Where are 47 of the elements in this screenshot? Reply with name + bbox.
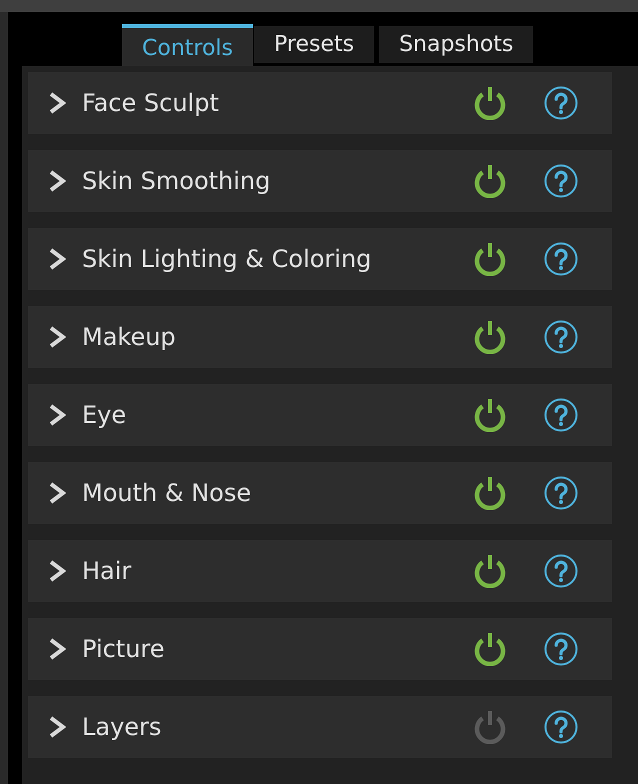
power-icon[interactable] xyxy=(474,398,506,432)
chevron-icon[interactable] xyxy=(48,92,66,114)
power-icon[interactable] xyxy=(474,242,506,276)
effect-row[interactable]: Skin Lighting & Coloring xyxy=(28,228,612,290)
power-icon[interactable] xyxy=(474,632,506,666)
tab[interactable]: Controls xyxy=(122,24,253,66)
chevron-icon[interactable] xyxy=(48,326,66,348)
effect-row[interactable]: Hair xyxy=(28,540,612,602)
effect-label: Picture xyxy=(82,635,165,663)
chevron-icon[interactable] xyxy=(48,638,66,660)
effect-row[interactable]: Mouth & Nose xyxy=(28,462,612,524)
help-icon[interactable] xyxy=(544,86,578,120)
power-icon[interactable] xyxy=(474,164,506,198)
effect-label: Hair xyxy=(82,557,132,585)
help-icon[interactable] xyxy=(544,242,578,276)
power-icon[interactable] xyxy=(474,320,506,354)
chevron-icon[interactable] xyxy=(48,248,66,270)
power-icon[interactable] xyxy=(474,554,506,588)
effect-row[interactable]: Face Sculpt xyxy=(28,72,612,134)
effect-row[interactable]: Skin Smoothing xyxy=(28,150,612,212)
effect-label: Skin Smoothing xyxy=(82,167,270,195)
help-icon[interactable] xyxy=(544,554,578,588)
chevron-icon[interactable] xyxy=(48,716,66,738)
effect-row[interactable]: Layers xyxy=(28,696,612,758)
chevron-icon[interactable] xyxy=(48,404,66,426)
tab[interactable]: Snapshots xyxy=(379,26,534,63)
chevron-icon[interactable] xyxy=(48,170,66,192)
effect-row[interactable]: Makeup xyxy=(28,306,612,368)
power-icon[interactable] xyxy=(474,86,506,120)
effect-label: Face Sculpt xyxy=(82,89,219,117)
effect-label: Eye xyxy=(82,401,126,429)
help-icon[interactable] xyxy=(544,320,578,354)
effect-label: Layers xyxy=(82,713,162,741)
help-icon[interactable] xyxy=(544,476,578,510)
help-icon[interactable] xyxy=(544,164,578,198)
power-icon[interactable] xyxy=(474,476,506,510)
effect-label: Makeup xyxy=(82,323,176,351)
chevron-icon[interactable] xyxy=(48,560,66,582)
effect-row[interactable]: Eye xyxy=(28,384,612,446)
help-icon[interactable] xyxy=(544,398,578,432)
effect-row[interactable]: Picture xyxy=(28,618,612,680)
chevron-icon[interactable] xyxy=(48,482,66,504)
effect-label: Mouth & Nose xyxy=(82,479,252,507)
help-icon[interactable] xyxy=(544,710,578,744)
tab[interactable]: Presets xyxy=(254,26,374,63)
effect-label: Skin Lighting & Coloring xyxy=(82,245,372,273)
help-icon[interactable] xyxy=(544,632,578,666)
